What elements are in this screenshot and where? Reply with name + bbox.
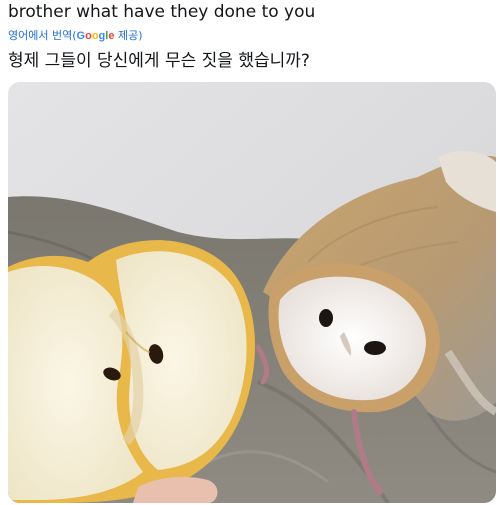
translation-prefix: 영어에서 번역( <box>8 29 77 42</box>
translated-text: 형제 그들이 당신에게 무슨 짓을 했습니까? <box>8 51 310 71</box>
tweet-text: brother what have they done to you <box>8 2 316 22</box>
google-logo: Google <box>76 30 115 42</box>
owl-left-eye <box>319 309 333 327</box>
translation-suffix: 제공) <box>114 29 143 42</box>
translation-attribution[interactable]: 영어에서 번역(Google 제공) <box>8 27 143 43</box>
owl-right-eye <box>364 341 386 355</box>
tweet-photo[interactable] <box>8 82 496 503</box>
